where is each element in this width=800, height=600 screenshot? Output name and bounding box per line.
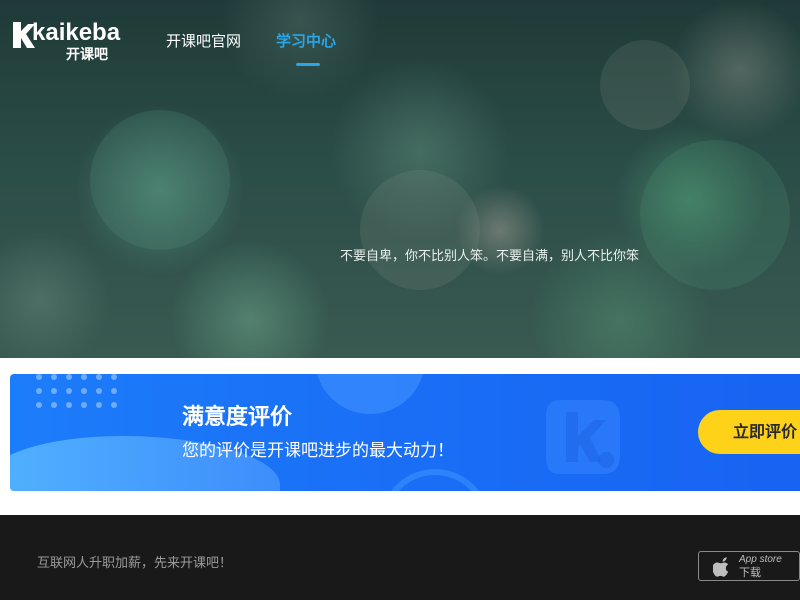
apple-icon [713, 557, 729, 577]
banner-subtitle: 您的评价是开课吧进步的最大动力！ [182, 441, 454, 461]
footer-slogan: 互联网人升职加薪，先来开课吧！ [37, 556, 233, 571]
hero-quote: 不要自卑，你不比别人笨。不要自满，别人不比你笨 [340, 249, 640, 264]
hero-section: kaikeba 开课吧 开课吧官网 学习中心 不要自卑，你不比别人笨。不要自满，… [0, 0, 800, 358]
bokeh-light [90, 110, 230, 250]
appstore-download-button[interactable]: App store 下载 [698, 551, 800, 581]
kaikeba-logo[interactable]: kaikeba 开课吧 [10, 18, 120, 66]
nav-active-indicator [296, 63, 320, 66]
logo-text: kaikeba [32, 19, 121, 46]
footer: 互联网人升职加薪，先来开课吧！ App store 下载 [0, 515, 800, 600]
bokeh-light [640, 140, 790, 290]
bokeh-light [360, 170, 480, 290]
decor-circle [315, 374, 425, 414]
top-navigation: kaikeba 开课吧 开课吧官网 学习中心 [0, 0, 800, 80]
nav-item-learning-center[interactable]: 学习中心 [276, 31, 336, 51]
appstore-download-label: 下载 [739, 566, 761, 579]
decor-ring [380, 469, 490, 491]
kaikeba-k-logo-icon [546, 400, 620, 474]
logo-cn-text: 开课吧 [66, 47, 108, 63]
nav-item-official-site[interactable]: 开课吧官网 [166, 31, 241, 51]
appstore-label: App store [739, 554, 782, 565]
banner-title: 满意度评价 [182, 405, 293, 430]
satisfaction-banner: 满意度评价 您的评价是开课吧进步的最大动力！ 立即评价 [10, 374, 800, 491]
rate-now-button[interactable]: 立即评价 [698, 410, 800, 454]
